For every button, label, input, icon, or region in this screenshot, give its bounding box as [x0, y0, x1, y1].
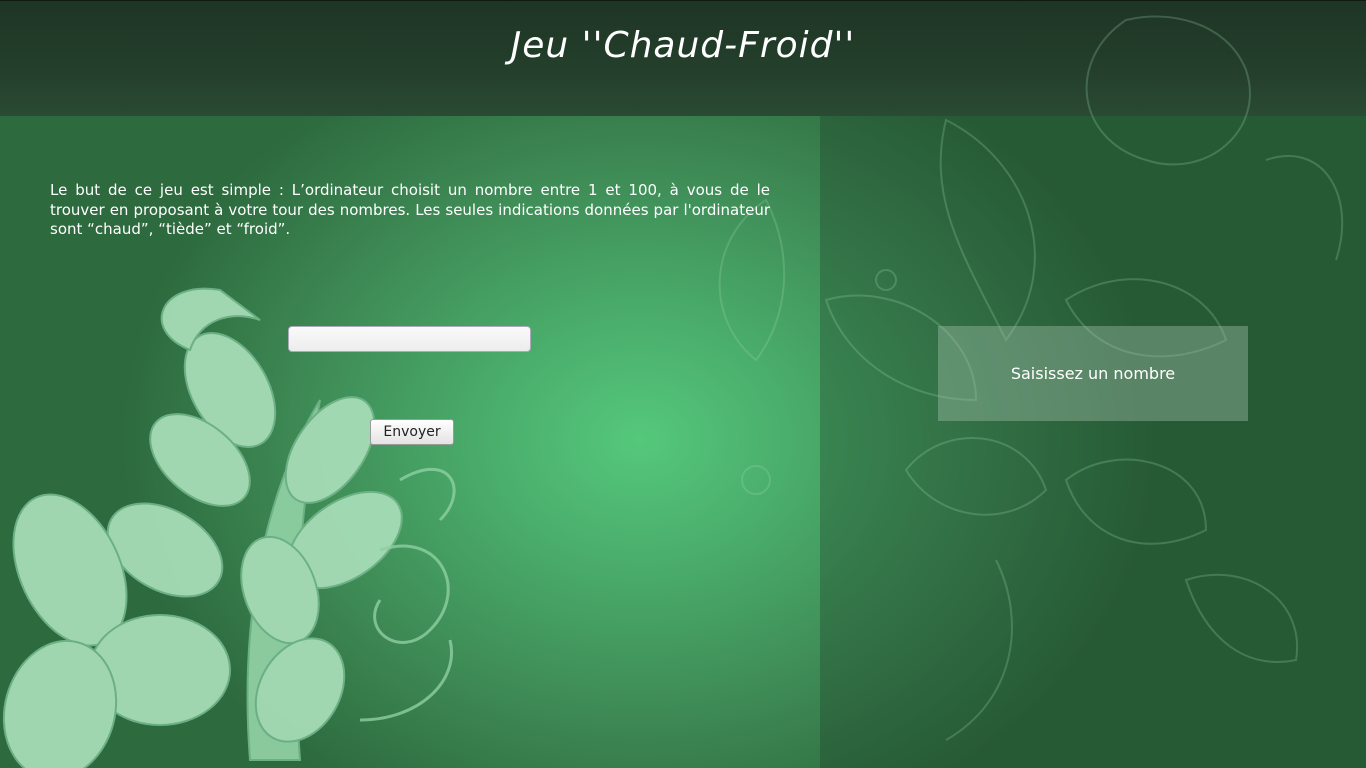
send-button[interactable]: Envoyer — [370, 419, 454, 445]
page-title: Jeu ''Chaud-Froid'' — [510, 25, 856, 66]
result-text: Saisissez un nombre — [1010, 364, 1176, 383]
game-instructions: Le but de ce jeu est simple : L’ordinate… — [50, 181, 770, 238]
page-header: Jeu ''Chaud-Froid'' — [0, 0, 1366, 116]
result-panel — [820, 116, 1366, 768]
result-display: Saisissez un nombre — [938, 326, 1248, 421]
guess-number-input[interactable] — [288, 326, 531, 352]
